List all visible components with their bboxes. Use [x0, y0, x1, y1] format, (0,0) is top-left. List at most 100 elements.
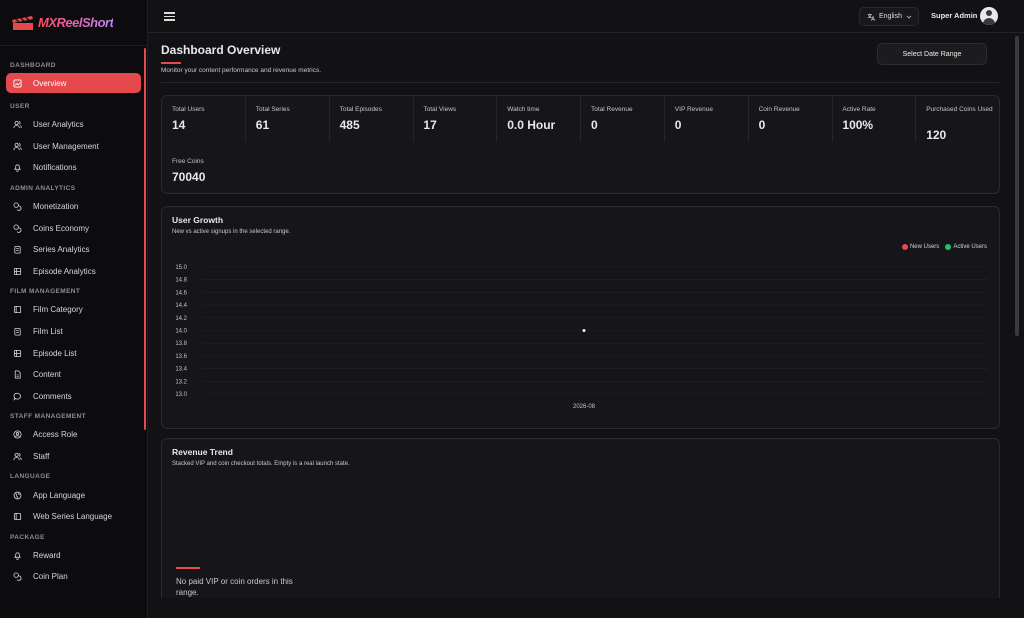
- sidebar-item-web-series-language[interactable]: Web Series Language: [6, 506, 141, 528]
- stat-value: 100%: [842, 118, 874, 132]
- sidebar-item-label: Coins Economy: [33, 223, 90, 233]
- clapperboard-icon: [12, 15, 33, 30]
- language-selector[interactable]: English: [859, 7, 919, 26]
- x-tick-label: 2026-08: [573, 404, 596, 410]
- comment-icon: [13, 392, 22, 401]
- y-tick-label: 13.4: [175, 367, 187, 373]
- sidebar-item-label: Episode List: [33, 348, 77, 358]
- stat-value: 14: [172, 118, 186, 132]
- stat-label: Free Coins: [172, 158, 204, 165]
- bell-icon: [13, 163, 22, 173]
- top-bar: English Super Admin: [148, 0, 1024, 33]
- brand-logo[interactable]: MXReelShort: [0, 0, 147, 46]
- page-scrollbar[interactable]: [1015, 36, 1019, 336]
- stat-total-series: Total Series 61: [246, 96, 330, 142]
- sidebar-item-film-category[interactable]: Film Category: [6, 299, 141, 321]
- section-title: USER: [10, 103, 30, 110]
- select-date-range-button[interactable]: Select Date Range: [877, 43, 987, 65]
- sidebar-scrollbar[interactable]: [144, 48, 146, 430]
- stat-free-coins: Free Coins 70040: [162, 148, 246, 194]
- empty-state-accent: [176, 567, 200, 569]
- section-title: FILM MANAGEMENT: [10, 288, 81, 296]
- user-growth-chart: 15.0 14.8 14.6 14.4 14.2 14.0 13.8 13.6 13.4 13.2…: [175, 265, 988, 410]
- sidebar-nav: DASHBOARD Overview USER User Analytics User …: [0, 46, 147, 606]
- sidebar-item-user-analytics[interactable]: User Analytics: [6, 114, 141, 136]
- brand-name: MXReelShort: [38, 15, 114, 30]
- section-title: ADMIN ANALYTICS: [10, 184, 76, 192]
- y-tick-label: 13.0: [175, 392, 187, 398]
- y-tick-label: 14.6: [175, 290, 187, 296]
- sidebar-item-monetization[interactable]: Monetization: [6, 196, 141, 218]
- sidebar-item-coin-plan[interactable]: Coin Plan: [6, 566, 141, 588]
- y-tick-label: 14.8: [175, 278, 187, 284]
- stat-label: Total Episodes: [339, 106, 382, 113]
- stat-label: Watch time: [507, 106, 540, 113]
- empty-state-text: No paid VIP or coin orders in this range…: [176, 577, 293, 597]
- sidebar-item-label: Episode Analytics: [33, 266, 96, 276]
- stat-value: 0: [674, 118, 682, 132]
- clipboard-icon: [13, 245, 22, 254]
- sidebar-item-episode-analytics[interactable]: Episode Analytics: [6, 261, 141, 283]
- sidebar-item-staff[interactable]: Staff: [6, 446, 141, 468]
- stat-value: 120: [926, 128, 947, 142]
- stat-total-views: Total Views 17: [413, 96, 498, 142]
- sidebar-item-label: Monetization: [33, 202, 79, 212]
- title-underline: [161, 62, 181, 64]
- sidebar-item-reward[interactable]: Reward: [6, 545, 141, 567]
- sidebar-item-access-role[interactable]: Access Role: [6, 424, 141, 446]
- revenue-trend-card: Revenue Trend Stacked VIP and coin check…: [161, 438, 1000, 618]
- coins-icon: [13, 572, 22, 582]
- stats-panel: Total Users 14 Total Series 61 Total Episode…: [161, 95, 1000, 194]
- bell-icon: [13, 551, 22, 560]
- sidebar-item-episode-list[interactable]: Episode List: [6, 342, 141, 364]
- sidebar-item-content[interactable]: Content: [6, 364, 141, 386]
- stat-label: Coin Revenue: [758, 106, 800, 113]
- stat-coin-revenue: Coin Revenue 0: [749, 96, 833, 142]
- sidebar-item-notifications[interactable]: Notifications: [6, 157, 141, 179]
- y-tick-label: 13.8: [175, 341, 187, 347]
- sidebar-item-overview[interactable]: Overview: [6, 73, 141, 93]
- avatar[interactable]: [980, 7, 998, 25]
- sidebar-item-coins-economy[interactable]: Coins Economy: [6, 217, 141, 239]
- sidebar-item-label: Web Series Language: [33, 512, 113, 522]
- stat-label: Total Users: [172, 106, 205, 113]
- stat-label: Total Series: [255, 106, 290, 113]
- sidebar-item-label: User Management: [33, 141, 99, 151]
- sidebar-item-series-analytics[interactable]: Series Analytics: [6, 239, 141, 261]
- language-label: English: [879, 13, 902, 20]
- sidebar-item-comments[interactable]: Comments: [6, 386, 141, 408]
- stat-label: Total Views: [423, 106, 457, 113]
- stat-value: 61: [255, 118, 270, 132]
- stat-value: 0: [591, 118, 598, 132]
- y-tick-label: 14.0: [175, 329, 187, 335]
- y-tick-label: 14.4: [175, 303, 187, 309]
- y-tick-label: 15.0: [175, 265, 187, 271]
- section-title: DASHBOARD: [10, 62, 56, 69]
- stat-label: Total Revenue: [591, 106, 633, 113]
- stat-value: 70040: [172, 170, 206, 184]
- translate-icon: [867, 13, 875, 21]
- sidebar-item-film-list[interactable]: Film List: [6, 321, 141, 343]
- y-tick-label: 14.2: [175, 316, 187, 322]
- book-icon: [13, 512, 22, 521]
- sidebar-item-label: Notifications: [33, 163, 77, 173]
- stat-label: Purchased Coins Used: [926, 106, 993, 113]
- section-title: LANGUAGE: [10, 473, 51, 481]
- stat-total-revenue: Total Revenue 0: [581, 96, 665, 142]
- user-name[interactable]: Super Admin: [931, 11, 977, 20]
- stat-watch-time: Watch time 0.0 Hour: [497, 96, 582, 142]
- y-tick-label: 13.2: [175, 379, 187, 385]
- sidebar-item-label: Access Role: [33, 430, 78, 440]
- section-title: STAFF MANAGEMENT: [10, 413, 86, 421]
- sidebar-item-label: Coin Plan: [33, 572, 68, 582]
- sidebar-item-app-language[interactable]: App Language: [6, 484, 141, 506]
- sidebar-item-label: Comments: [33, 391, 72, 401]
- stat-value: 17: [423, 118, 437, 132]
- stat-value: 0.0 Hour: [507, 118, 556, 132]
- menu-toggle-icon[interactable]: [164, 12, 175, 21]
- sidebar-item-user-management[interactable]: User Management: [6, 136, 141, 158]
- user-circle-icon: [13, 430, 22, 439]
- data-point-active-users[interactable]: [582, 329, 586, 332]
- stat-label: VIP Revenue: [674, 106, 713, 113]
- main-content: Dashboard Overview Monitor your content …: [148, 33, 1012, 618]
